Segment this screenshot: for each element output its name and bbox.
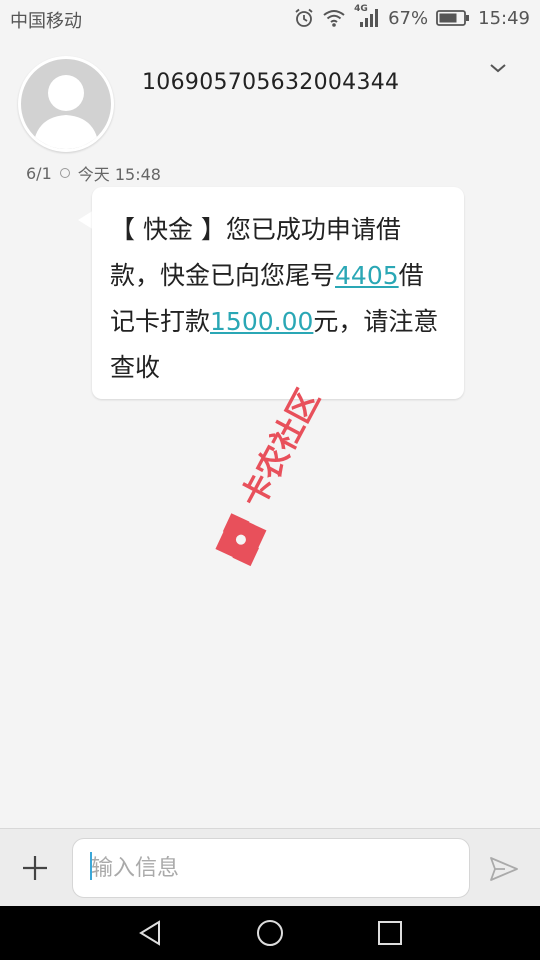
expand-button[interactable] <box>484 58 512 78</box>
message-input[interactable] <box>72 838 470 898</box>
message-timestamp: 6/1 今天 15:48 <box>26 161 161 185</box>
back-triangle-icon <box>139 920 160 946</box>
message-time: 今天 15:48 <box>77 165 161 184</box>
alarm-icon <box>295 8 313 27</box>
cell-signal: 4G <box>354 4 380 29</box>
wifi-icon <box>323 10 345 27</box>
add-attachment-button[interactable] <box>16 849 54 887</box>
status-bar: 中国移动 4G 67% 15:49 <box>0 0 540 36</box>
battery-percent: 67% <box>388 7 429 29</box>
status-indicators: 4G 67% 15:49 <box>294 4 530 29</box>
recents-button[interactable] <box>375 918 405 948</box>
watermark: 卡农社区 <box>215 383 328 567</box>
contact-number[interactable]: 106905705632004344 <box>142 70 399 95</box>
home-button[interactable] <box>255 918 285 948</box>
timeline-dot-icon <box>59 168 70 178</box>
compose-bar <box>0 828 540 906</box>
avatar[interactable] <box>18 56 114 152</box>
plus-icon <box>23 856 47 880</box>
message-bubble[interactable]: 【 快金 】您已成功申请借款，快金已向您尾号4405借记卡打款1500.00元，… <box>92 187 464 399</box>
person-icon <box>33 75 99 149</box>
watermark-logo-icon <box>215 530 243 558</box>
recents-square-icon <box>378 921 402 945</box>
carrier-name: 中国移动 <box>10 11 82 32</box>
signal-icon <box>360 9 379 27</box>
watermark-text: 卡农社区 <box>234 383 328 514</box>
conversation-header: 106905705632004344 <box>0 36 540 152</box>
send-icon <box>490 857 518 881</box>
amount-link[interactable]: 1500.00 <box>210 307 313 336</box>
message-date: 6/1 <box>26 163 52 183</box>
back-button[interactable] <box>135 918 165 948</box>
navigation-bar <box>0 906 540 960</box>
home-circle-icon <box>257 920 283 946</box>
clock: 15:49 <box>478 7 530 29</box>
card-number-link[interactable]: 4405 <box>335 261 399 290</box>
send-button[interactable] <box>486 851 522 887</box>
battery-icon <box>436 10 470 26</box>
text-cursor <box>90 852 92 880</box>
chevron-down-icon <box>490 64 506 73</box>
